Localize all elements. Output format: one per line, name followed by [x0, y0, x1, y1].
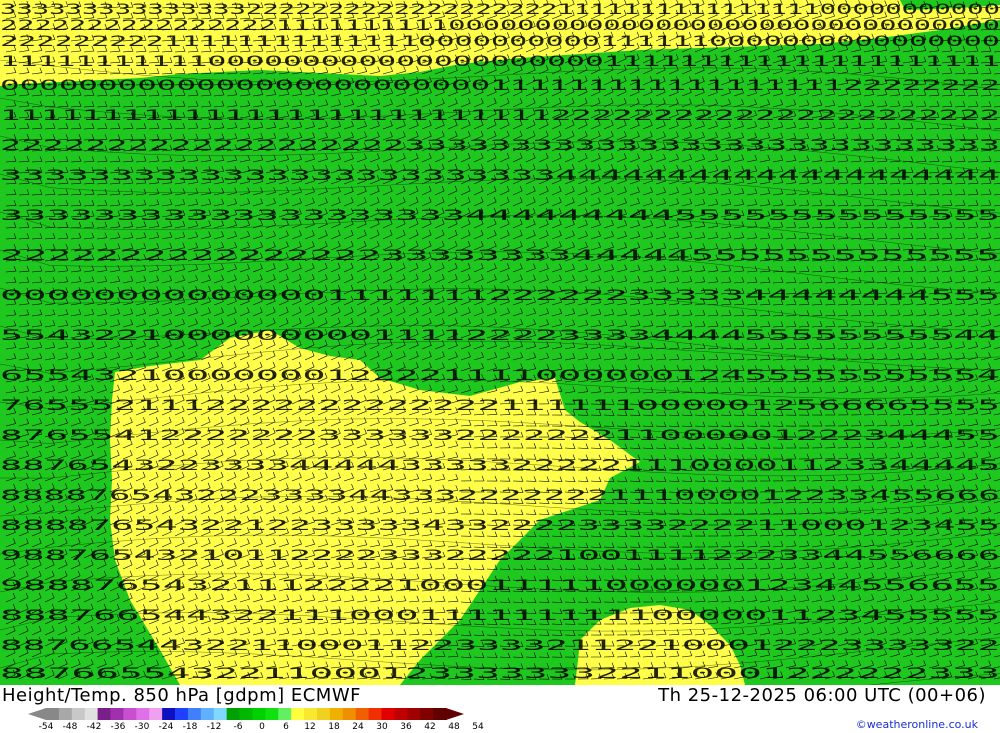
scale-swatch: [329, 708, 344, 720]
scale-swatch: [291, 708, 305, 720]
scale-swatch: [84, 708, 99, 720]
scale-arrow-left: [28, 708, 46, 720]
temperature-digit-row: 0000000000000011111112222223333344444444…: [0, 288, 1000, 304]
temperature-digit-row: 1111111111100000000000000000000011111111…: [0, 54, 1000, 70]
scale-swatch: [355, 708, 370, 720]
temperature-digit-row: 5543221000000000111122223333444455555555…: [0, 328, 1000, 344]
temperature-digit-row: 2222222222222222111111111100000000000000…: [0, 18, 1000, 34]
temperature-digit-row: 8888765432212233333433222233332222110001…: [0, 518, 1000, 534]
scale-tick-label: -30: [134, 722, 150, 732]
scale-swatch: [433, 708, 447, 720]
scale-swatch: [213, 708, 228, 720]
map-canvas: 3333333333333332222222222222222222111111…: [0, 0, 1000, 685]
temperature-digit-row: 6554321000000012222111100000012455555555…: [0, 368, 1000, 384]
temperature-digit-row: 1111111111111111111111111112222222222222…: [0, 108, 1000, 124]
scale-swatch: [342, 708, 357, 720]
scale-tick-label: 54: [472, 722, 484, 732]
scale-swatch: [316, 708, 331, 720]
scale-tick-label: 30: [376, 722, 388, 732]
temperature-digit-row: 2222222222222222222333333333333333333333…: [0, 138, 1000, 154]
scale-swatch: [278, 708, 292, 720]
credit-link[interactable]: ©weatheronline.co.uk: [856, 718, 978, 731]
scale-tick-label: -36: [110, 722, 126, 732]
scale-tick-label: 36: [400, 722, 412, 732]
scale-swatch: [46, 708, 60, 720]
scale-tick-label: 12: [304, 722, 316, 732]
scale-tick-label: -18: [182, 722, 198, 732]
scale-swatch: [162, 708, 176, 720]
scale-tick-label: -48: [62, 722, 78, 732]
temperature-digit-row: 8876654432211000112233332112210001222333…: [0, 638, 1000, 654]
temperature-digit-row: 9888765432111222210001111100000012344556…: [0, 578, 1000, 594]
scale-swatch: [368, 708, 383, 720]
scale-tick-label: -54: [38, 722, 54, 732]
scale-tick-label: 0: [259, 722, 265, 732]
scale-tick-label: 6: [283, 722, 289, 732]
scale-swatch: [239, 708, 254, 720]
scale-swatch: [58, 708, 73, 720]
temperature-digit-row: 9887654321011222233322222100111122233445…: [0, 548, 1000, 564]
scale-swatch: [304, 708, 318, 720]
scale-swatch: [252, 708, 266, 720]
scale-swatch: [200, 708, 215, 720]
scale-tick-label: -6: [233, 722, 243, 732]
color-scale-labels: -54 -48 -42 -36 -30 -24 -18 -12 -6 0 6 12 18 24 30 36 42…: [34, 722, 484, 733]
temperature-digit-row: 3333333333333333333344444444455555555555…: [0, 208, 1000, 224]
temperature-digit-row: 0000000000000000000000000111111111111111…: [0, 78, 1000, 94]
map-title: Height/Temp. 850 hPa [gdpm] ECMWF: [2, 685, 361, 706]
temperature-digit-row: 3333333333333333333333333444444444444444…: [0, 168, 1000, 184]
scale-tick-label: 48: [448, 722, 460, 732]
scale-tick-label: 18: [328, 722, 340, 732]
scale-swatch: [110, 708, 125, 720]
scale-swatch: [187, 708, 202, 720]
color-scale-bar: [28, 708, 464, 720]
scale-swatch: [394, 708, 408, 720]
scale-swatch: [97, 708, 112, 720]
scale-swatch: [71, 708, 86, 720]
scale-swatch: [175, 708, 189, 720]
scale-swatch: [149, 708, 163, 720]
temperature-digit-row: 8876543223333444443333322222111000011233…: [0, 458, 1000, 474]
scale-tick-label: -12: [206, 722, 222, 732]
map-panel: 3333333333333332222222222222222222111111…: [0, 0, 1000, 685]
scale-arrow-right: [446, 708, 464, 720]
scale-swatch: [136, 708, 150, 720]
scale-tick-label: 42: [424, 722, 436, 732]
scale-tick-label: 24: [352, 722, 364, 732]
scale-swatch: [265, 708, 279, 720]
temperature-digit-row: 8887665443221110001111111111000001123455…: [0, 608, 1000, 624]
temperature-digit-row: 7655521112222222222222111111000001256666…: [0, 398, 1000, 414]
valid-time: Th 25-12-2025 06:00 UTC (00+06): [658, 685, 986, 706]
scale-tick-label: -24: [158, 722, 174, 732]
temperature-digit-row: 3333333333333332222222222222222222111111…: [0, 2, 1000, 18]
temperature-digit-row: 8765541222222233333322222221100000122234…: [0, 428, 1000, 444]
scale-swatch: [123, 708, 137, 720]
scale-swatch: [226, 708, 241, 720]
scale-swatch: [420, 708, 434, 720]
scale-swatch: [407, 708, 421, 720]
temperature-digit-row: 2222222222222222333333334444455555555555…: [0, 248, 1000, 264]
temperature-digit-row: 8876655432211000123333333221100012222223…: [0, 666, 1000, 682]
scale-tick-label: -42: [86, 722, 102, 732]
scale-swatch: [381, 708, 395, 720]
temperature-digit-row: 2222222221111111111111100000000001111110…: [0, 34, 1000, 50]
temperature-digit-row: 8888765432223333443332222222111000012233…: [0, 488, 1000, 504]
